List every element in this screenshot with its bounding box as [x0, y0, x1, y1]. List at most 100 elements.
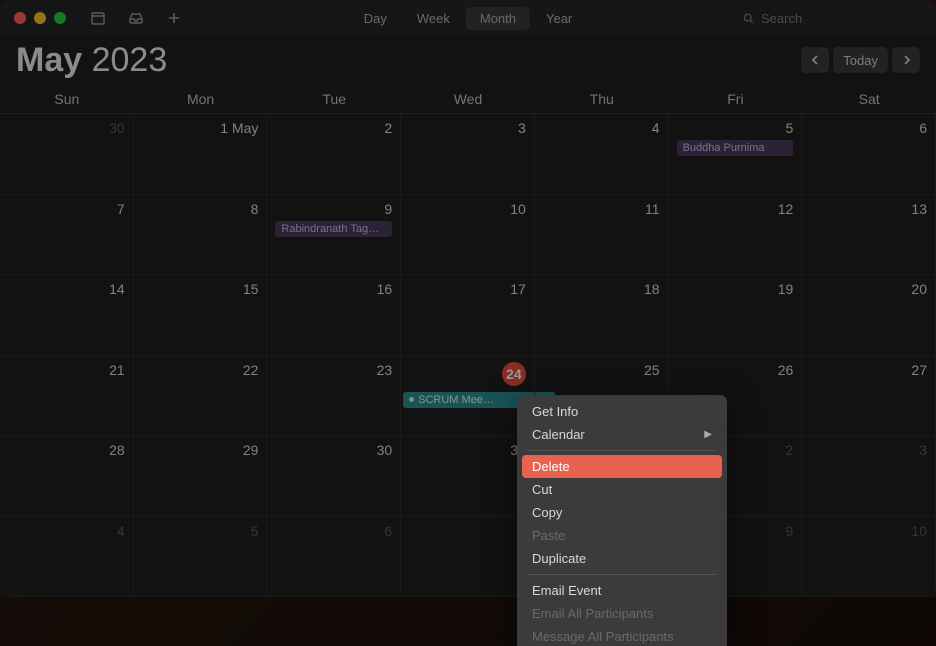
day-cell[interactable]: 4 — [0, 517, 134, 598]
day-cell[interactable]: 5Buddha Purnima — [669, 114, 803, 195]
day-cell[interactable]: 10 — [401, 195, 535, 276]
date-number: 31 — [409, 442, 526, 458]
day-cell[interactable]: 10 — [802, 517, 936, 598]
dayname-fri: Fri — [669, 84, 803, 114]
dayname-wed: Wed — [401, 84, 535, 114]
day-cell[interactable]: 2 — [267, 114, 401, 195]
day-cell[interactable]: 18 — [535, 275, 669, 356]
month-label: May — [16, 41, 82, 79]
search-placeholder: Search — [761, 11, 802, 26]
date-number: 18 — [543, 281, 660, 297]
day-cell[interactable]: 19 — [669, 275, 803, 356]
day-cell[interactable]: 9 Rabindranath Tag… — [267, 195, 401, 276]
date-number: 14 — [8, 281, 125, 297]
menu-separator — [528, 450, 716, 451]
menu-item-label: Get Info — [532, 404, 578, 419]
month-grid: 301 May2345Buddha Purnima6789Rabindranat… — [0, 114, 936, 597]
menu-separator — [528, 574, 716, 575]
menu-item-calendar[interactable]: Calendar▶ — [522, 423, 722, 446]
view-year-button[interactable]: Year — [532, 7, 586, 30]
minimize-window-button[interactable] — [34, 12, 46, 24]
menu-item-delete[interactable]: Delete — [522, 455, 722, 478]
menu-item-cut[interactable]: Cut — [522, 478, 722, 501]
day-cell[interactable]: 20 — [802, 275, 936, 356]
date-number: 9 — [275, 201, 392, 217]
dayname-mon: Mon — [134, 84, 268, 114]
day-cell[interactable]: 6 — [802, 114, 936, 195]
date-number: 6 — [275, 523, 392, 539]
date-number: 4 — [543, 120, 660, 136]
day-cell[interactable]: 16 — [267, 275, 401, 356]
dayname-tue: Tue — [267, 84, 401, 114]
day-cell[interactable]: 22 — [134, 356, 268, 437]
date-number: 30 — [275, 442, 392, 458]
titlebar: Day Week Month Year Search — [0, 0, 936, 36]
date-number: 29 — [142, 442, 259, 458]
close-window-button[interactable] — [14, 12, 26, 24]
menu-item-copy[interactable]: Copy — [522, 501, 722, 524]
day-cell[interactable]: 14 — [0, 275, 134, 356]
search-field[interactable]: Search — [732, 8, 922, 29]
menu-item-duplicate[interactable]: Duplicate — [522, 547, 722, 570]
menu-item-label: Email All Participants — [532, 606, 653, 621]
add-event-icon[interactable] — [166, 10, 182, 26]
date-number: 19 — [677, 281, 794, 297]
date-number: 12 — [677, 201, 794, 217]
context-menu: Get Info Calendar▶ DeleteCut Copy Paste Dupli… — [517, 395, 727, 646]
prev-month-button[interactable] — [801, 47, 829, 73]
menu-item-email-event[interactable]: Email Event — [522, 579, 722, 602]
menu-item-label: Paste — [532, 528, 565, 543]
window-controls — [14, 12, 66, 24]
day-cell[interactable]: 21 — [0, 356, 134, 437]
date-number: 15 — [142, 281, 259, 297]
day-cell[interactable]: 17 — [401, 275, 535, 356]
day-cell[interactable]: 13 — [802, 195, 936, 276]
day-cell[interactable]: 27 — [802, 356, 936, 437]
day-cell[interactable]: 6 — [267, 517, 401, 598]
day-cell[interactable]: 1 May — [134, 114, 268, 195]
day-cell[interactable]: 8 — [134, 195, 268, 276]
date-number: 16 — [275, 281, 392, 297]
event-chip[interactable]: Buddha Purnima — [677, 140, 794, 156]
event-chip[interactable]: SCRUM Mee…1 — [403, 392, 535, 408]
day-cell[interactable]: 30 — [0, 114, 134, 195]
date-number: 7 — [409, 523, 526, 539]
day-cell[interactable]: 3 — [401, 114, 535, 195]
date-number: 11 — [543, 201, 660, 217]
menu-item-get-info[interactable]: Get Info — [522, 400, 722, 423]
day-cell[interactable]: 12 — [669, 195, 803, 276]
day-cell[interactable]: 5 — [134, 517, 268, 598]
inbox-icon[interactable] — [128, 10, 144, 26]
view-month-button[interactable]: Month — [466, 7, 530, 30]
date-number: 7 — [8, 201, 125, 217]
day-cell[interactable]: 24SCRUM Mee…1 — [401, 356, 535, 437]
chevron-left-icon — [811, 54, 820, 66]
day-cell[interactable]: 3 — [802, 436, 936, 517]
menu-item-label: Calendar — [532, 427, 585, 442]
day-cell[interactable]: 4 — [535, 114, 669, 195]
event-label: SCRUM Mee… — [418, 394, 494, 406]
day-cell[interactable]: 11 — [535, 195, 669, 276]
view-week-button[interactable]: Week — [403, 7, 464, 30]
view-day-button[interactable]: Day — [350, 7, 401, 30]
day-cell[interactable]: 7 — [0, 195, 134, 276]
menu-item-label: Copy — [532, 505, 562, 520]
day-cell[interactable]: 30 — [267, 436, 401, 517]
dayname-row: SunMonTueWedThuFriSat — [0, 84, 936, 114]
today-button[interactable]: Today — [833, 47, 888, 73]
calendars-icon[interactable] — [90, 10, 106, 26]
event-chip[interactable]: Rabindranath Tag… — [275, 221, 392, 237]
next-month-button[interactable] — [892, 47, 920, 73]
maximize-window-button[interactable] — [54, 12, 66, 24]
day-cell[interactable]: 28 — [0, 436, 134, 517]
date-number: 10 — [810, 523, 927, 539]
day-cell[interactable]: 15 — [134, 275, 268, 356]
menu-item-paste: Paste — [522, 524, 722, 547]
date-number: 22 — [142, 362, 259, 378]
day-cell[interactable]: 31 — [401, 436, 535, 517]
day-cell[interactable]: 23 — [267, 356, 401, 437]
search-icon — [742, 12, 755, 25]
day-cell[interactable]: 7 — [401, 517, 535, 598]
date-number: 4 — [8, 523, 125, 539]
day-cell[interactable]: 29 — [134, 436, 268, 517]
